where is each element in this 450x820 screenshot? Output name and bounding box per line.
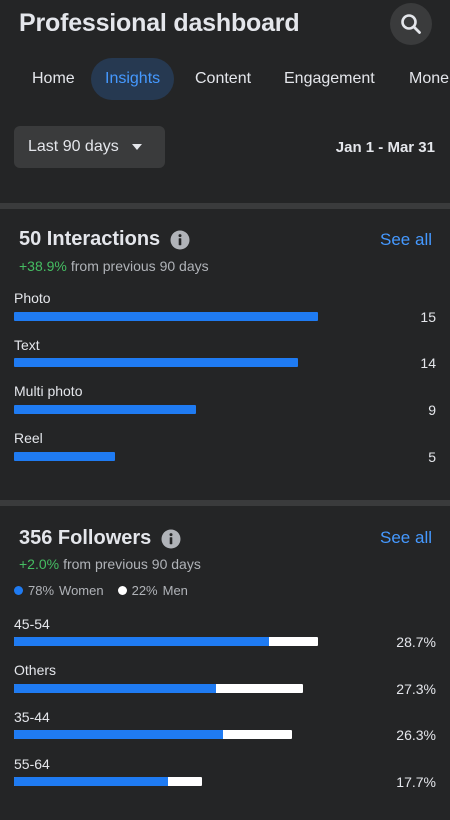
followers-bar [14, 730, 292, 739]
followers-title-text: 356 Followers [19, 527, 152, 549]
interactions-row-label: Photo [14, 290, 51, 306]
legend-men-label: Men [162, 583, 188, 598]
followers-title: 356 Followers [19, 527, 181, 550]
women-dot-icon [14, 586, 23, 595]
followers-row-value: 26.3% [396, 727, 436, 743]
interactions-title: 50 Interactions [19, 228, 190, 251]
followers-change-text: from previous 90 days [63, 556, 201, 572]
caret-down-icon [131, 138, 143, 156]
followers-bar [14, 777, 202, 786]
tab-bar: Home Insights Content Engagement Mone [0, 58, 450, 100]
followers-bar [14, 637, 318, 646]
date-range-dropdown[interactable]: Last 90 days [14, 126, 165, 168]
legend-men: 22% Men [117, 583, 188, 598]
interactions-row-label: Multi photo [14, 383, 83, 399]
section-divider [0, 500, 450, 506]
date-range-dropdown-label: Last 90 days [28, 138, 119, 155]
men-dot-icon [117, 586, 127, 595]
followers-row-value: 17.7% [396, 774, 436, 790]
interactions-bar [14, 452, 115, 461]
followers-row-value: 27.3% [396, 681, 436, 697]
followers-bar [14, 684, 303, 693]
interactions-row-value: 5 [428, 449, 436, 465]
followers-bar-women-fill [14, 684, 217, 693]
followers-row-value: 28.7% [396, 634, 436, 650]
info-icon[interactable] [161, 529, 181, 549]
interactions-row-label: Reel [14, 430, 43, 446]
followers-see-all-link[interactable]: See all [380, 528, 432, 548]
info-icon[interactable] [170, 230, 190, 250]
followers-row-label: 55-64 [14, 756, 50, 772]
header: Professional dashboard [0, 0, 450, 50]
followers-bar-women-fill [14, 777, 169, 786]
section-divider [0, 203, 450, 209]
interactions-row-value: 14 [420, 355, 436, 371]
interactions-bar [14, 405, 196, 414]
tab-home[interactable]: Home [18, 58, 89, 100]
interactions-change-value: +38.9% [19, 258, 67, 274]
followers-change-value: +2.0% [19, 556, 60, 572]
interactions-see-all-link[interactable]: See all [380, 230, 432, 250]
legend-men-pct: 22% [131, 583, 158, 598]
page-title: Professional dashboard [19, 9, 300, 37]
interactions-change-text: from previous 90 days [70, 258, 209, 274]
interactions-row-value: 15 [420, 309, 436, 325]
search-button[interactable] [390, 3, 432, 45]
search-icon [401, 14, 421, 34]
interactions-row-value: 9 [428, 402, 436, 418]
followers-change: +2.0% from previous 90 days [19, 556, 201, 572]
followers-row-label: 35-44 [14, 709, 50, 725]
tab-content[interactable]: Content [181, 58, 265, 100]
followers-row-label: 45-54 [14, 616, 50, 632]
legend-women-label: Women [59, 583, 104, 598]
interactions-title-text: 50 Interactions [19, 228, 161, 250]
tab-engagement[interactable]: Engagement [270, 58, 389, 100]
legend-women: 78% Women [14, 583, 104, 598]
followers-bar-women-fill [14, 637, 270, 646]
interactions-change: +38.9% from previous 90 days [19, 258, 209, 274]
followers-row-label: Others [14, 662, 57, 678]
legend-women-pct: 78% [28, 583, 55, 598]
date-range-text: Jan 1 - Mar 31 [335, 139, 435, 156]
interactions-bar [14, 358, 298, 367]
tab-monetization[interactable]: Mone [395, 58, 450, 100]
interactions-row-label: Text [14, 337, 40, 353]
tab-insights[interactable]: Insights [91, 58, 175, 100]
gender-legend: 78% Women 22% Men [14, 583, 202, 598]
followers-bar-women-fill [14, 730, 223, 739]
interactions-bar [14, 312, 318, 321]
